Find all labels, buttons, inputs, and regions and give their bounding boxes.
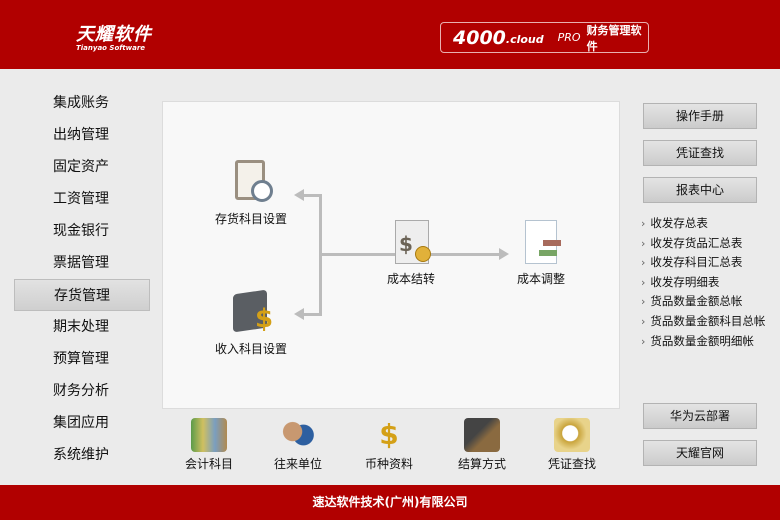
chevron-right-icon: › [641, 217, 646, 230]
report-link[interactable]: › 货品数量金额明细帐 [641, 333, 765, 353]
link-label: 收发存科目汇总表 [650, 255, 743, 270]
link-label: 收发存货品汇总表 [650, 235, 743, 250]
link-label: 货品数量金额明细帐 [650, 333, 754, 348]
huawei-cloud-button[interactable]: 华为云部署 [643, 403, 757, 429]
magnifier-folder-icon [554, 418, 590, 452]
sidebar-item-cashier[interactable]: 出纳管理 [14, 119, 150, 151]
sidebar-item-bills[interactable]: 票据管理 [14, 247, 150, 279]
sidebar-item-payroll[interactable]: 工资管理 [14, 183, 150, 215]
chevron-right-icon: › [641, 256, 646, 270]
document-arrows-icon [517, 218, 565, 266]
income-account-setup[interactable]: $ 收入科目设置 [201, 288, 301, 357]
currency-button[interactable]: $ 币种资料 [354, 418, 424, 472]
sidebar-item-analysis[interactable]: 财务分析 [14, 375, 150, 407]
chevron-right-icon: › [641, 295, 646, 309]
report-center-button[interactable]: 报表中心 [643, 177, 757, 203]
cost-adjustment[interactable]: 成本调整 [491, 218, 591, 287]
product-name: 财务管理软件 [586, 23, 642, 53]
node-label: 存货科目设置 [214, 212, 287, 226]
tool-label: 往来单位 [273, 457, 322, 471]
cost-transfer[interactable]: $ 成本结转 [361, 218, 461, 287]
node-label: 成本结转 [386, 272, 435, 286]
sidebar-item-fixed-assets[interactable]: 固定资产 [14, 151, 150, 183]
pos-terminal-icon [464, 418, 500, 452]
link-label: 货品数量金额总帐 [650, 294, 743, 309]
chevron-right-icon: › [641, 334, 646, 348]
link-label: 收发存明细表 [650, 274, 720, 289]
logo-text: 天耀软件 [76, 24, 152, 45]
link-label: 货品数量金额科目总帐 [650, 313, 766, 328]
settlement-button[interactable]: 结算方式 [447, 418, 517, 472]
sidebar-item-period-end[interactable]: 期末处理 [14, 311, 150, 343]
clipboard-clock-icon [227, 158, 275, 206]
invoice-coins-icon: $ [387, 218, 435, 266]
chevron-right-icon: › [641, 314, 646, 328]
sidebar-item-inventory[interactable]: 存货管理 [14, 279, 150, 311]
report-link[interactable]: › 收发存货品汇总表 [641, 235, 765, 255]
contacts-button[interactable]: 往来单位 [263, 418, 333, 472]
binders-icon [191, 418, 227, 452]
sidebar-item-system[interactable]: 系统维护 [14, 439, 150, 471]
report-links: › 收发存总表 › 收发存货品汇总表 › 收发存科目汇总表 › 收发存明细表 › 货品数量… [641, 215, 765, 352]
logo-subtext: Tianyao Software [76, 44, 146, 52]
calculator-dollar-icon: $ [227, 288, 275, 336]
connector-line [303, 194, 321, 197]
header: 天耀软件 Tianyao Software 4000 .cloud PRO 财务… [0, 0, 780, 69]
sidebar-item-cash-bank[interactable]: 现金银行 [14, 215, 150, 247]
tool-label: 结算方式 [457, 457, 506, 471]
voucher-search-tool-button[interactable]: 凭证查找 [537, 418, 607, 472]
report-link[interactable]: › 收发存科目汇总表 [641, 254, 765, 274]
sidebar-item-integrated-accounts[interactable]: 集成账务 [14, 87, 150, 119]
sidebar-item-group[interactable]: 集团应用 [14, 407, 150, 439]
connector-line [303, 313, 321, 316]
manual-button[interactable]: 操作手册 [643, 103, 757, 129]
product-badge: 4000 .cloud PRO 财务管理软件 [440, 22, 649, 53]
dollar-icon: $ [379, 418, 399, 451]
node-label: 成本调整 [516, 272, 565, 286]
chevron-right-icon: › [641, 275, 646, 289]
account-subjects-button[interactable]: 会计科目 [174, 418, 244, 472]
link-label: 收发存总表 [650, 216, 708, 230]
report-link[interactable]: › 货品数量金额科目总帐 [641, 313, 765, 333]
report-link[interactable]: › 货品数量金额总帐 [641, 293, 765, 313]
people-icon [280, 418, 316, 452]
flow-panel: 存货科目设置 $ 收入科目设置 $ 成本结转 成本调整 [162, 101, 620, 409]
sidebar: 集成账务 出纳管理 固定资产 工资管理 现金银行 票据管理 存货管理 期末处理 … [14, 87, 150, 471]
tool-label: 凭证查找 [547, 457, 596, 471]
report-link[interactable]: › 收发存明细表 [641, 274, 765, 294]
footer: 速达软件技术(广州)有限公司 [0, 485, 780, 520]
inventory-account-setup[interactable]: 存货科目设置 [201, 158, 301, 227]
logo: 天耀软件 Tianyao Software [76, 20, 152, 52]
tool-label: 币种资料 [364, 457, 413, 471]
official-site-button[interactable]: 天耀官网 [643, 440, 757, 466]
node-label: 收入科目设置 [214, 342, 287, 356]
sidebar-item-budget[interactable]: 预算管理 [14, 343, 150, 375]
product-edition: PRO [557, 31, 581, 44]
bottom-toolbar: 会计科目 往来单位 $ 币种资料 结算方式 凭证查找 [162, 418, 620, 478]
tool-label: 会计科目 [184, 457, 233, 471]
report-link[interactable]: › 收发存总表 [641, 215, 765, 235]
product-number: 4000 [453, 26, 506, 49]
chevron-right-icon: › [641, 236, 646, 250]
voucher-search-button[interactable]: 凭证查找 [643, 140, 757, 166]
product-cloud: .cloud [505, 33, 544, 46]
